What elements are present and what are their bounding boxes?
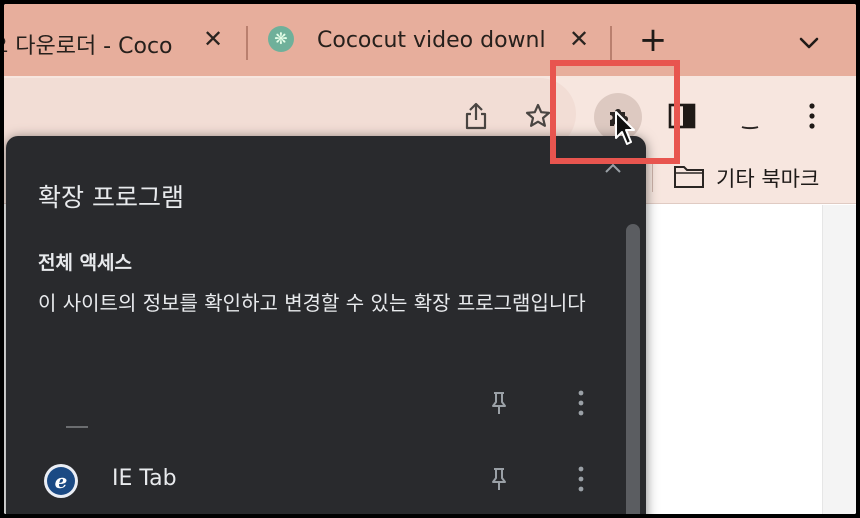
- pin-icon[interactable]: [484, 388, 514, 418]
- browser-window: 오 다운로더 - Coco ✕ ❋ Cococut video downl ✕ …: [4, 4, 856, 514]
- extension-item[interactable]: e IE Tab: [6, 450, 616, 510]
- kebab-menu-icon[interactable]: [566, 464, 596, 494]
- tab-separator: [246, 26, 248, 60]
- bookmarks-separator: [652, 164, 653, 192]
- folder-icon: [672, 162, 706, 194]
- chevron-down-icon[interactable]: [794, 28, 824, 58]
- kebab-menu-icon[interactable]: [792, 96, 832, 136]
- tab-cococut[interactable]: ❋ Cococut video downl ✕: [262, 4, 604, 76]
- page-scrollbar[interactable]: [822, 205, 856, 514]
- mouse-cursor-icon: [614, 110, 638, 148]
- close-icon[interactable]: [602, 160, 624, 182]
- tab-title: 오 다운로더 - Coco: [4, 34, 173, 59]
- tab-close-button[interactable]: ✕: [566, 26, 592, 52]
- new-tab-button[interactable]: +: [636, 23, 670, 58]
- profile-icon[interactable]: [730, 96, 770, 136]
- side-panel-icon[interactable]: [662, 96, 702, 136]
- share-icon[interactable]: [456, 96, 496, 136]
- palm-tree-icon: ❋: [268, 26, 294, 52]
- extensions-popup: 확장 프로그램 전체 액세스 이 사이트의 정보를 확인하고 변경할 수 있는 …: [6, 136, 646, 514]
- pin-icon[interactable]: [484, 464, 514, 494]
- other-bookmarks-label: 기타 북마크: [716, 167, 820, 191]
- tab-downloader[interactable]: 오 다운로더 - Coco ✕: [4, 4, 242, 76]
- other-bookmarks-button[interactable]: 기타 북마크: [672, 162, 819, 194]
- section-heading: 전체 액세스: [38, 252, 133, 274]
- extension-name: IE Tab: [112, 466, 177, 491]
- ie-tab-icon: e: [44, 464, 78, 498]
- tab-close-button[interactable]: ✕: [200, 26, 226, 52]
- bookmark-star-icon[interactable]: [518, 96, 558, 136]
- section-description: 이 사이트의 정보를 확인하고 변경할 수 있는 확장 프로그램입니다: [38, 291, 586, 315]
- blank-extension-icon: [66, 426, 88, 428]
- kebab-menu-icon[interactable]: [566, 388, 596, 418]
- extension-item[interactable]: [6, 374, 616, 434]
- tab-strip: 오 다운로더 - Coco ✕ ❋ Cococut video downl ✕ …: [4, 4, 856, 76]
- popup-title: 확장 프로그램: [38, 183, 184, 212]
- tab-separator: [610, 26, 612, 60]
- tab-title: Cococut video downl: [317, 28, 546, 53]
- popup-scrollbar-thumb[interactable]: [626, 224, 640, 514]
